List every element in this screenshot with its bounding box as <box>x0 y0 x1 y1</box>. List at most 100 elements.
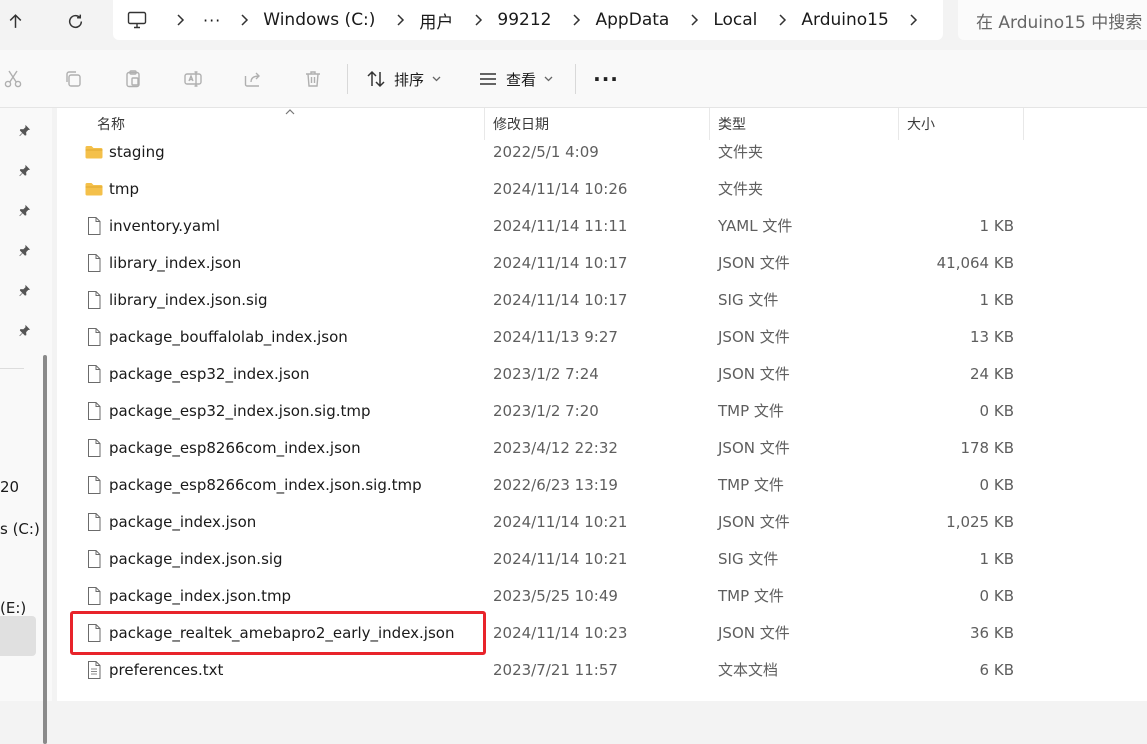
file-row[interactable]: package_realtek_amebapro2_early_index.js… <box>57 615 1147 652</box>
file-size: 0 KB <box>979 402 1014 420</box>
file-row[interactable]: package_bouffalolab_index.json 2024/11/13… <box>57 319 1147 356</box>
breadcrumb-item-user[interactable]: 99212 <box>497 10 551 30</box>
breadcrumb[interactable]: ··· Windows (C:) 用户 99212 AppData Local … <box>113 0 943 40</box>
chevron-right-icon[interactable] <box>393 13 407 27</box>
chevron-right-icon[interactable] <box>907 13 921 27</box>
view-button[interactable]: 查看 <box>478 64 553 94</box>
file-type: JSON 文件 <box>718 513 790 531</box>
nav-scrollbar[interactable] <box>43 355 47 744</box>
chevron-right-icon[interactable] <box>570 13 584 27</box>
folder-row[interactable]: tmp 2024/11/14 10:26 文件夹 <box>57 171 1147 208</box>
nav-item-fragment[interactable]: 20 <box>0 478 19 496</box>
chevron-right-icon[interactable] <box>687 13 701 27</box>
breadcrumb-item-users[interactable]: 用户 <box>419 8 453 33</box>
pin-icon[interactable] <box>18 282 32 297</box>
file-size: 6 KB <box>979 661 1014 679</box>
file-name: package_bouffalolab_index.json <box>109 328 348 346</box>
file-row[interactable]: package_esp8266com_index.json.sig.tmp 202… <box>57 467 1147 504</box>
sort-button[interactable]: 排序 <box>366 64 441 94</box>
pin-icon[interactable] <box>18 122 32 137</box>
file-row[interactable]: preferences.txt 2023/7/21 11:57 文本文档 6 KB <box>57 652 1147 689</box>
chevron-right-icon[interactable] <box>471 13 485 27</box>
delete-icon[interactable] <box>302 68 324 90</box>
chevron-right-icon[interactable] <box>775 13 789 27</box>
file-size <box>897 171 1014 208</box>
file-date: 2022/5/1 4:09 <box>493 143 599 161</box>
more-options-button[interactable]: ··· <box>593 67 618 91</box>
nav-item-selected-drive[interactable] <box>0 616 36 656</box>
file-name: package_realtek_amebapro2_early_index.js… <box>109 624 455 642</box>
file-row[interactable]: package_index.json.sig 2024/11/14 10:21 SI… <box>57 541 1147 578</box>
file-type: JSON 文件 <box>718 254 790 272</box>
file-type: YAML 文件 <box>718 217 793 235</box>
folder-icon <box>84 179 104 199</box>
nav-item-drive-e[interactable]: (E:) <box>0 599 26 617</box>
file-name: library_index.json <box>109 254 242 272</box>
file-row[interactable]: package_esp32_index.json.sig.tmp 2023/1/2… <box>57 393 1147 430</box>
file-name: package_index.json <box>109 513 257 531</box>
file-type: 文件夹 <box>718 143 764 161</box>
chevron-right-icon[interactable] <box>237 13 251 27</box>
pin-icon[interactable] <box>18 162 32 177</box>
file-type: SIG 文件 <box>718 291 779 309</box>
file-name: tmp <box>109 180 140 198</box>
file-size: 1,025 KB <box>946 513 1014 531</box>
file-size: 0 KB <box>979 476 1014 494</box>
copy-icon[interactable] <box>62 68 84 90</box>
breadcrumb-item-arduino15[interactable]: Arduino15 <box>801 10 888 30</box>
file-name: preferences.txt <box>109 661 224 679</box>
file-list: 名称 修改日期 类型 大小 staging 2022/5/1 4:09 文件夹 tmp… <box>57 108 1147 701</box>
file-row[interactable]: inventory.yaml 2024/11/14 11:11 YAML 文件 1 K… <box>57 208 1147 245</box>
folder-row[interactable]: staging 2022/5/1 4:09 文件夹 <box>57 134 1147 171</box>
nav-item-drive-c[interactable]: s (C:) <box>0 520 40 538</box>
breadcrumb-overflow[interactable]: ··· <box>203 11 221 30</box>
file-row[interactable]: library_index.json 2024/11/14 10:17 JSON 文… <box>57 245 1147 282</box>
cut-icon[interactable] <box>2 68 24 90</box>
file-name: package_index.json.tmp <box>109 587 292 605</box>
file-icon <box>84 364 104 384</box>
pin-icon[interactable] <box>18 242 32 257</box>
computer-icon[interactable] <box>127 10 149 30</box>
command-divider <box>347 64 348 94</box>
share-icon[interactable] <box>242 68 264 90</box>
up-arrow-icon[interactable] <box>0 6 30 36</box>
file-size: 178 KB <box>960 439 1014 457</box>
refresh-icon[interactable] <box>60 6 90 36</box>
file-icon <box>84 549 104 569</box>
file-date: 2023/1/2 7:24 <box>493 365 599 383</box>
breadcrumb-item-appdata[interactable]: AppData <box>596 10 670 30</box>
file-row[interactable]: package_esp8266com_index.json 2023/4/12 2… <box>57 430 1147 467</box>
nav-divider <box>0 368 24 369</box>
file-type: JSON 文件 <box>718 365 790 383</box>
file-row[interactable]: library_index.json.sig 2024/11/14 10:17 SI… <box>57 282 1147 319</box>
file-type: TMP 文件 <box>718 587 784 605</box>
file-size: 36 KB <box>970 624 1014 642</box>
file-date: 2024/11/14 10:17 <box>493 254 628 272</box>
breadcrumb-item-drive[interactable]: Windows (C:) <box>263 10 375 30</box>
pin-icon[interactable] <box>18 202 32 217</box>
file-size: 1 KB <box>979 291 1014 309</box>
file-size: 13 KB <box>970 328 1014 346</box>
file-icon <box>84 586 104 606</box>
file-name: package_esp8266com_index.json.sig.tmp <box>109 476 422 494</box>
rename-icon[interactable] <box>182 68 204 90</box>
file-date: 2024/11/14 10:23 <box>493 624 628 642</box>
file-size: 0 KB <box>979 587 1014 605</box>
file-size: 1 KB <box>979 550 1014 568</box>
file-name: staging <box>109 143 165 161</box>
file-icon <box>84 253 104 273</box>
file-row[interactable]: package_index.json.tmp 2023/5/25 10:49 TMP… <box>57 578 1147 615</box>
breadcrumb-item-local[interactable]: Local <box>713 10 757 30</box>
pin-icon[interactable] <box>18 322 32 337</box>
file-icon <box>84 216 104 236</box>
file-type: JSON 文件 <box>718 328 790 346</box>
file-size: 24 KB <box>970 365 1014 383</box>
file-row[interactable]: package_esp32_index.json 2023/1/2 7:24 JSO… <box>57 356 1147 393</box>
file-size: 1 KB <box>979 217 1014 235</box>
address-row: ··· Windows (C:) 用户 99212 AppData Local … <box>0 0 1147 50</box>
search-input[interactable]: 在 Arduino15 中搜索 <box>958 0 1147 40</box>
file-size <box>897 134 1014 171</box>
chevron-right-icon[interactable] <box>173 13 187 27</box>
paste-icon[interactable] <box>122 68 144 90</box>
file-row[interactable]: package_index.json 2024/11/14 10:21 JSON 文… <box>57 504 1147 541</box>
